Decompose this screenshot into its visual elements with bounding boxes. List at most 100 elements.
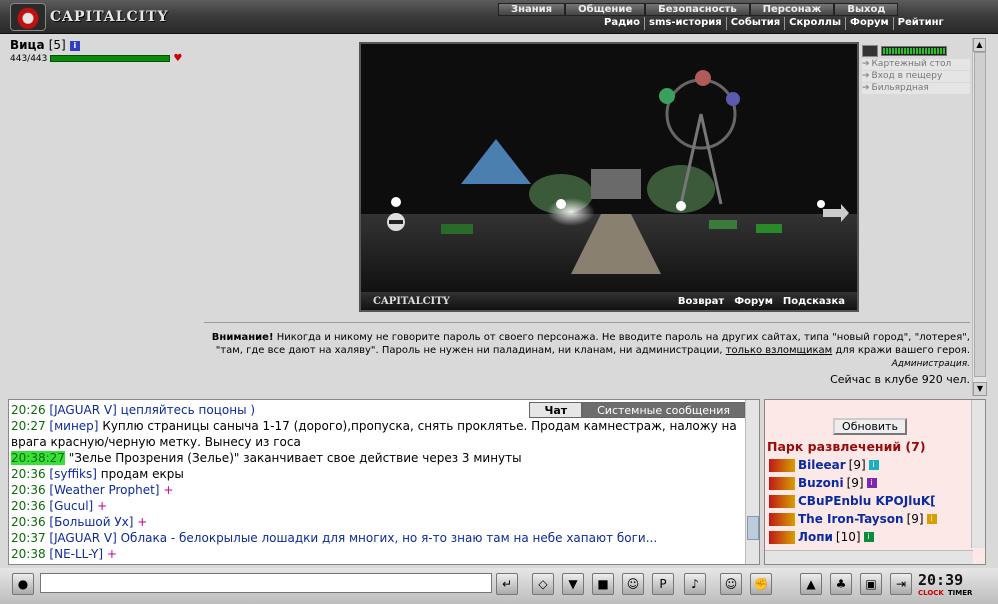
chat-time[interactable]: 20:36: [11, 499, 46, 513]
refresh-button[interactable]: Обновить: [833, 418, 907, 435]
chat-author[interactable]: [Gucul]: [49, 499, 93, 513]
energy-bar: [881, 46, 947, 56]
chat-time[interactable]: 20:27: [11, 419, 46, 433]
chat-message: Куплю страницы саныча 1-17 (дорого),проп…: [11, 419, 737, 449]
tab-system-messages[interactable]: Системные сообщения: [582, 402, 745, 418]
chat-line: 20:38:27 "Зелье Прозрения (Зелье)" закан…: [11, 450, 745, 466]
chat-author[interactable]: [syffiks]: [49, 467, 97, 481]
filter-icon[interactable]: ▼: [562, 573, 584, 595]
tab-chat[interactable]: Чат: [529, 402, 583, 418]
main-scrollbar[interactable]: ▲ ▼: [972, 38, 987, 396]
user-name[interactable]: The Iron-Tayson: [798, 512, 904, 526]
user-row: Buzoni [9] i: [769, 475, 877, 491]
user-name[interactable]: CBuPEnblu KPOJluK[: [798, 494, 936, 508]
player-panel: Вица [5] i 443/443 ♥: [10, 38, 205, 98]
private-message-icon[interactable]: [769, 530, 795, 544]
chat-time[interactable]: 20:38: [11, 547, 46, 561]
clock-label[interactable]: CLOCK: [918, 589, 944, 597]
timer-label[interactable]: TIMER: [948, 589, 973, 597]
menu-forum[interactable]: Форум: [845, 17, 893, 30]
menu-knowledge[interactable]: Знания: [498, 3, 566, 16]
menu-character[interactable]: Персонаж: [749, 3, 835, 16]
save-icon[interactable]: ■: [592, 573, 614, 595]
user-info-icon[interactable]: i: [926, 514, 937, 524]
user-info-icon[interactable]: i: [863, 532, 874, 542]
chat-author[interactable]: [JAGUAR V]: [49, 403, 116, 417]
user-level: [10]: [835, 530, 861, 544]
menu-exit[interactable]: Выход: [834, 3, 899, 16]
fist-icon[interactable]: ✊: [750, 573, 772, 595]
users-vscroll[interactable]: [971, 400, 985, 548]
user-name[interactable]: Лопи: [798, 530, 833, 544]
user-info-icon[interactable]: i: [868, 460, 879, 470]
menu-events[interactable]: События: [725, 17, 784, 30]
user-row: CBuPEnblu KPOJluK[: [769, 493, 939, 509]
chat-time[interactable]: 20:38:27: [11, 451, 65, 465]
user-info-icon[interactable]: i: [866, 478, 877, 488]
user-name[interactable]: Bileear: [798, 458, 846, 472]
chat-input[interactable]: [40, 573, 492, 593]
user-row: Bileear [9] i: [769, 457, 879, 473]
person-icon[interactable]: ☺: [622, 573, 644, 595]
coat-of-arms-icon: [10, 3, 46, 31]
bottom-toolbar: ● ↵ ◇ ▼ ■ ☺ P ♪ ☺ ✊ ▲ ♣ ▣ ⇥ 20:39 CLOCK T…: [0, 568, 998, 604]
private-message-icon[interactable]: [769, 512, 795, 526]
logo-text: CAPITALCITY: [50, 9, 169, 25]
scene-footer: CAPITALCITY Возврат Форум Подсказка: [361, 292, 857, 310]
private-message-icon[interactable]: [769, 458, 795, 472]
chat-line: 20:36 [Gucul] +: [11, 498, 745, 514]
monitor-icon[interactable]: [862, 45, 878, 57]
chat-time[interactable]: 20:37: [11, 531, 46, 545]
chat-author[interactable]: [JAGUAR V]: [49, 531, 116, 545]
logo[interactable]: CAPITALCITY: [10, 3, 169, 31]
menu-security[interactable]: Безопасность: [645, 3, 750, 16]
scroll-thumb[interactable]: [974, 52, 986, 377]
scroll-up-icon[interactable]: ▲: [973, 38, 986, 52]
chat-author[interactable]: [Weather Prophet]: [49, 483, 159, 497]
chat-author[interactable]: [NE-LL-Y]: [49, 547, 103, 561]
chat-author[interactable]: [минер]: [49, 419, 98, 433]
menu-scrolls[interactable]: Скроллы: [784, 17, 845, 30]
menu-rating[interactable]: Рейтинг: [892, 17, 948, 30]
private-message-icon[interactable]: [769, 494, 795, 508]
user-name[interactable]: Buzoni: [798, 476, 844, 490]
scene-link-back[interactable]: Возврат: [678, 296, 724, 307]
player-name[interactable]: Вица: [10, 38, 45, 52]
menu-radio[interactable]: Радио: [600, 17, 644, 30]
eraser-icon[interactable]: ◇: [532, 573, 554, 595]
music-icon[interactable]: ♪: [684, 573, 706, 595]
menu-sms-history[interactable]: sms-история: [644, 17, 726, 30]
send-icon[interactable]: ↵: [496, 573, 518, 595]
nav-billiards[interactable]: Бильярдная: [862, 83, 970, 94]
chat-time[interactable]: 20:36: [11, 467, 46, 481]
emoji-icon[interactable]: ☺: [720, 573, 742, 595]
chat-time[interactable]: 20:36: [11, 515, 46, 529]
info-icon[interactable]: i: [69, 40, 80, 51]
chat-time[interactable]: 20:26: [11, 403, 46, 417]
lock-icon[interactable]: ▣: [860, 573, 882, 595]
player-nick: Вица [5] i: [10, 38, 205, 52]
scroll-down-icon[interactable]: ▼: [973, 382, 987, 396]
scene-link-forum[interactable]: Форум: [734, 296, 773, 307]
translit-icon[interactable]: P: [652, 573, 674, 595]
chat-time[interactable]: 20:36: [11, 483, 46, 497]
nav-cave-entrance[interactable]: Вход в пещеру: [862, 71, 970, 82]
bag-icon[interactable]: ▲: [800, 573, 822, 595]
chat-scroll-thumb[interactable]: [747, 516, 759, 540]
clan-icon[interactable]: ♣: [830, 573, 852, 595]
chat-tabs: Чат Системные сообщения: [529, 402, 745, 418]
warning-link[interactable]: только взломщикам: [726, 345, 832, 356]
exit-icon[interactable]: ⇥: [890, 573, 912, 595]
user-level: [9]: [846, 476, 864, 490]
chat-scrollbar[interactable]: [745, 400, 759, 564]
primary-menu: Знания Общение Безопасность Персонаж Вых…: [498, 3, 899, 16]
chat-author[interactable]: [Большой Ух]: [49, 515, 133, 529]
scene-link-hint[interactable]: Подсказка: [783, 296, 845, 307]
smile-menu-icon[interactable]: ●: [12, 573, 34, 595]
menu-communication[interactable]: Общение: [565, 3, 646, 16]
users-hscroll[interactable]: [765, 550, 973, 564]
chat-message: +: [137, 515, 148, 529]
online-count: Сейчас в клубе 920 чел.: [830, 373, 970, 386]
nav-card-table[interactable]: Картежный стол: [862, 59, 970, 70]
private-message-icon[interactable]: [769, 476, 795, 490]
